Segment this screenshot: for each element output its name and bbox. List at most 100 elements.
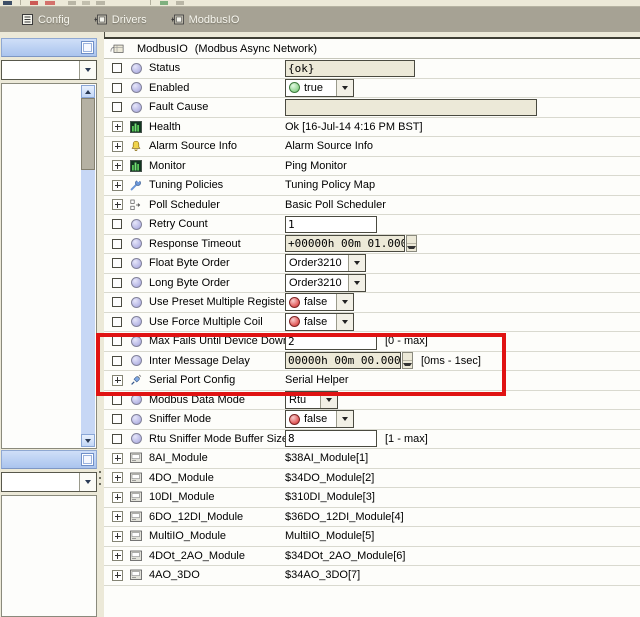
module-icon: [129, 550, 143, 562]
row-checkbox[interactable]: [112, 356, 122, 366]
row-checkbox[interactable]: [112, 219, 122, 229]
row-checkbox[interactable]: [112, 317, 122, 327]
histogram-icon: [129, 160, 143, 172]
enabled-dropdown[interactable]: true: [285, 79, 354, 97]
use-preset-multiple-register-dropdown[interactable]: false: [285, 293, 354, 311]
panel-maximize-button[interactable]: [81, 453, 94, 466]
modbus-data-mode-dropdown[interactable]: Rtu: [285, 391, 338, 409]
dropdown-arrow-button[interactable]: [336, 80, 353, 96]
property-orb-icon: [129, 355, 143, 367]
property-row-enabled: Enabledtrue: [104, 79, 640, 99]
spinner[interactable]: [402, 352, 413, 369]
station-icon: [171, 14, 184, 25]
panel-title-bar[interactable]: [1, 450, 97, 469]
module-icon: [129, 472, 143, 484]
inter-message-delay-input[interactable]: 00000h 00m 00.000s: [285, 352, 401, 369]
property-label: Float Byte Order: [149, 257, 230, 269]
row-checkbox[interactable]: [112, 297, 122, 307]
expand-plus-icon[interactable]: [112, 180, 123, 191]
property-row-status: Status{ok}: [104, 59, 640, 79]
row-checkbox[interactable]: [112, 278, 122, 288]
dropdown-arrow-button[interactable]: [336, 294, 353, 310]
property-row-sniffer-mode: Sniffer Modefalse: [104, 410, 640, 430]
spinner-up-button[interactable]: [403, 353, 412, 361]
row-checkbox[interactable]: [112, 63, 122, 73]
dropdown-arrow-button[interactable]: [348, 275, 365, 291]
dropdown-arrow-button[interactable]: [348, 255, 365, 271]
bell-icon: [129, 140, 143, 152]
combobox-arrow-button[interactable]: [79, 61, 96, 79]
red-status-orb-icon: [289, 414, 300, 425]
expand-plus-icon[interactable]: [112, 121, 123, 132]
expand-plus-icon[interactable]: [112, 492, 123, 503]
spinner-up-button[interactable]: [407, 236, 416, 244]
expand-plus-icon[interactable]: [112, 141, 123, 152]
expand-plus-icon[interactable]: [112, 160, 123, 171]
retry-count-input[interactable]: 1: [285, 216, 377, 233]
row-checkbox[interactable]: [112, 258, 122, 268]
dropdown-arrow-button[interactable]: [336, 314, 353, 330]
poll-scheduler-icon: [129, 199, 143, 211]
property-label: 4AO_3DO: [149, 569, 200, 581]
property-label: Alarm Source Info: [149, 140, 237, 152]
sheet-subtitle: (Modbus Async Network): [195, 43, 317, 55]
expand-plus-icon[interactable]: [112, 453, 123, 464]
property-value: $34DOt_2AO_Module[6]: [285, 550, 405, 562]
expand-plus-icon[interactable]: [112, 375, 123, 386]
spinner-down-button[interactable]: [407, 244, 416, 251]
scroll-up-button[interactable]: [81, 85, 95, 98]
expand-plus-icon[interactable]: [112, 531, 123, 542]
combobox-arrow-button[interactable]: [79, 473, 96, 491]
property-label: Max Fails Until Device Down: [149, 335, 289, 347]
panel-combobox[interactable]: [1, 472, 97, 492]
property-value: Ping Monitor: [285, 160, 347, 172]
expand-plus-icon[interactable]: [112, 570, 123, 581]
tab-label: Drivers: [112, 14, 147, 26]
expand-plus-icon[interactable]: [112, 511, 123, 522]
dropdown-arrow-button[interactable]: [320, 392, 337, 408]
expand-plus-icon[interactable]: [112, 472, 123, 483]
max-fails-until-device-down-input[interactable]: 2: [285, 333, 377, 350]
tab-config[interactable]: Config: [22, 14, 70, 26]
property-orb-icon: [129, 238, 143, 250]
row-checkbox[interactable]: [112, 336, 122, 346]
panel-maximize-button[interactable]: [81, 41, 94, 54]
property-orb-icon: [129, 394, 143, 406]
tab-modbusio[interactable]: ModbusIO: [171, 14, 240, 26]
response-timeout-input[interactable]: +00000h 00m 01.000s: [285, 235, 405, 252]
spinner[interactable]: [406, 235, 417, 252]
row-checkbox[interactable]: [112, 395, 122, 405]
row-checkbox[interactable]: [112, 239, 122, 249]
panel-content: [1, 495, 97, 617]
status-field[interactable]: {ok}: [285, 60, 415, 77]
fault-cause-field[interactable]: [285, 99, 537, 116]
property-orb-icon: [129, 316, 143, 328]
vertical-scrollbar[interactable]: [81, 85, 95, 447]
property-value: $310DI_Module[3]: [285, 491, 375, 503]
green-status-orb-icon: [289, 82, 300, 93]
float-byte-order-dropdown[interactable]: Order3210: [285, 254, 366, 272]
property-label: Long Byte Order: [149, 277, 230, 289]
dropdown-arrow-button[interactable]: [336, 411, 353, 427]
expand-plus-icon[interactable]: [112, 199, 123, 210]
property-row-4dot-2ao-module: 4DOt_2AO_Module$34DOt_2AO_Module[6]: [104, 547, 640, 567]
long-byte-order-dropdown[interactable]: Order3210: [285, 274, 366, 292]
scrollbar-thumb[interactable]: [81, 98, 95, 170]
row-checkbox[interactable]: [112, 434, 122, 444]
row-checkbox[interactable]: [112, 414, 122, 424]
dropdown-value: false: [304, 296, 327, 308]
panel-title-bar[interactable]: [1, 38, 97, 57]
row-checkbox[interactable]: [112, 83, 122, 93]
rtu-sniffer-mode-buffer-size-input[interactable]: 8: [285, 430, 377, 447]
expand-plus-icon[interactable]: [112, 550, 123, 561]
row-checkbox[interactable]: [112, 102, 122, 112]
tab-drivers[interactable]: Drivers: [94, 14, 147, 26]
sniffer-mode-dropdown[interactable]: false: [285, 410, 354, 428]
spinner-down-button[interactable]: [403, 361, 412, 368]
scroll-down-button[interactable]: [81, 434, 95, 447]
panel-combobox[interactable]: [1, 60, 97, 80]
property-value: Alarm Source Info: [285, 140, 373, 152]
use-force-multiple-coil-dropdown[interactable]: false: [285, 313, 354, 331]
property-orb-icon: [129, 82, 143, 94]
toolbar-separator: [20, 0, 21, 5]
